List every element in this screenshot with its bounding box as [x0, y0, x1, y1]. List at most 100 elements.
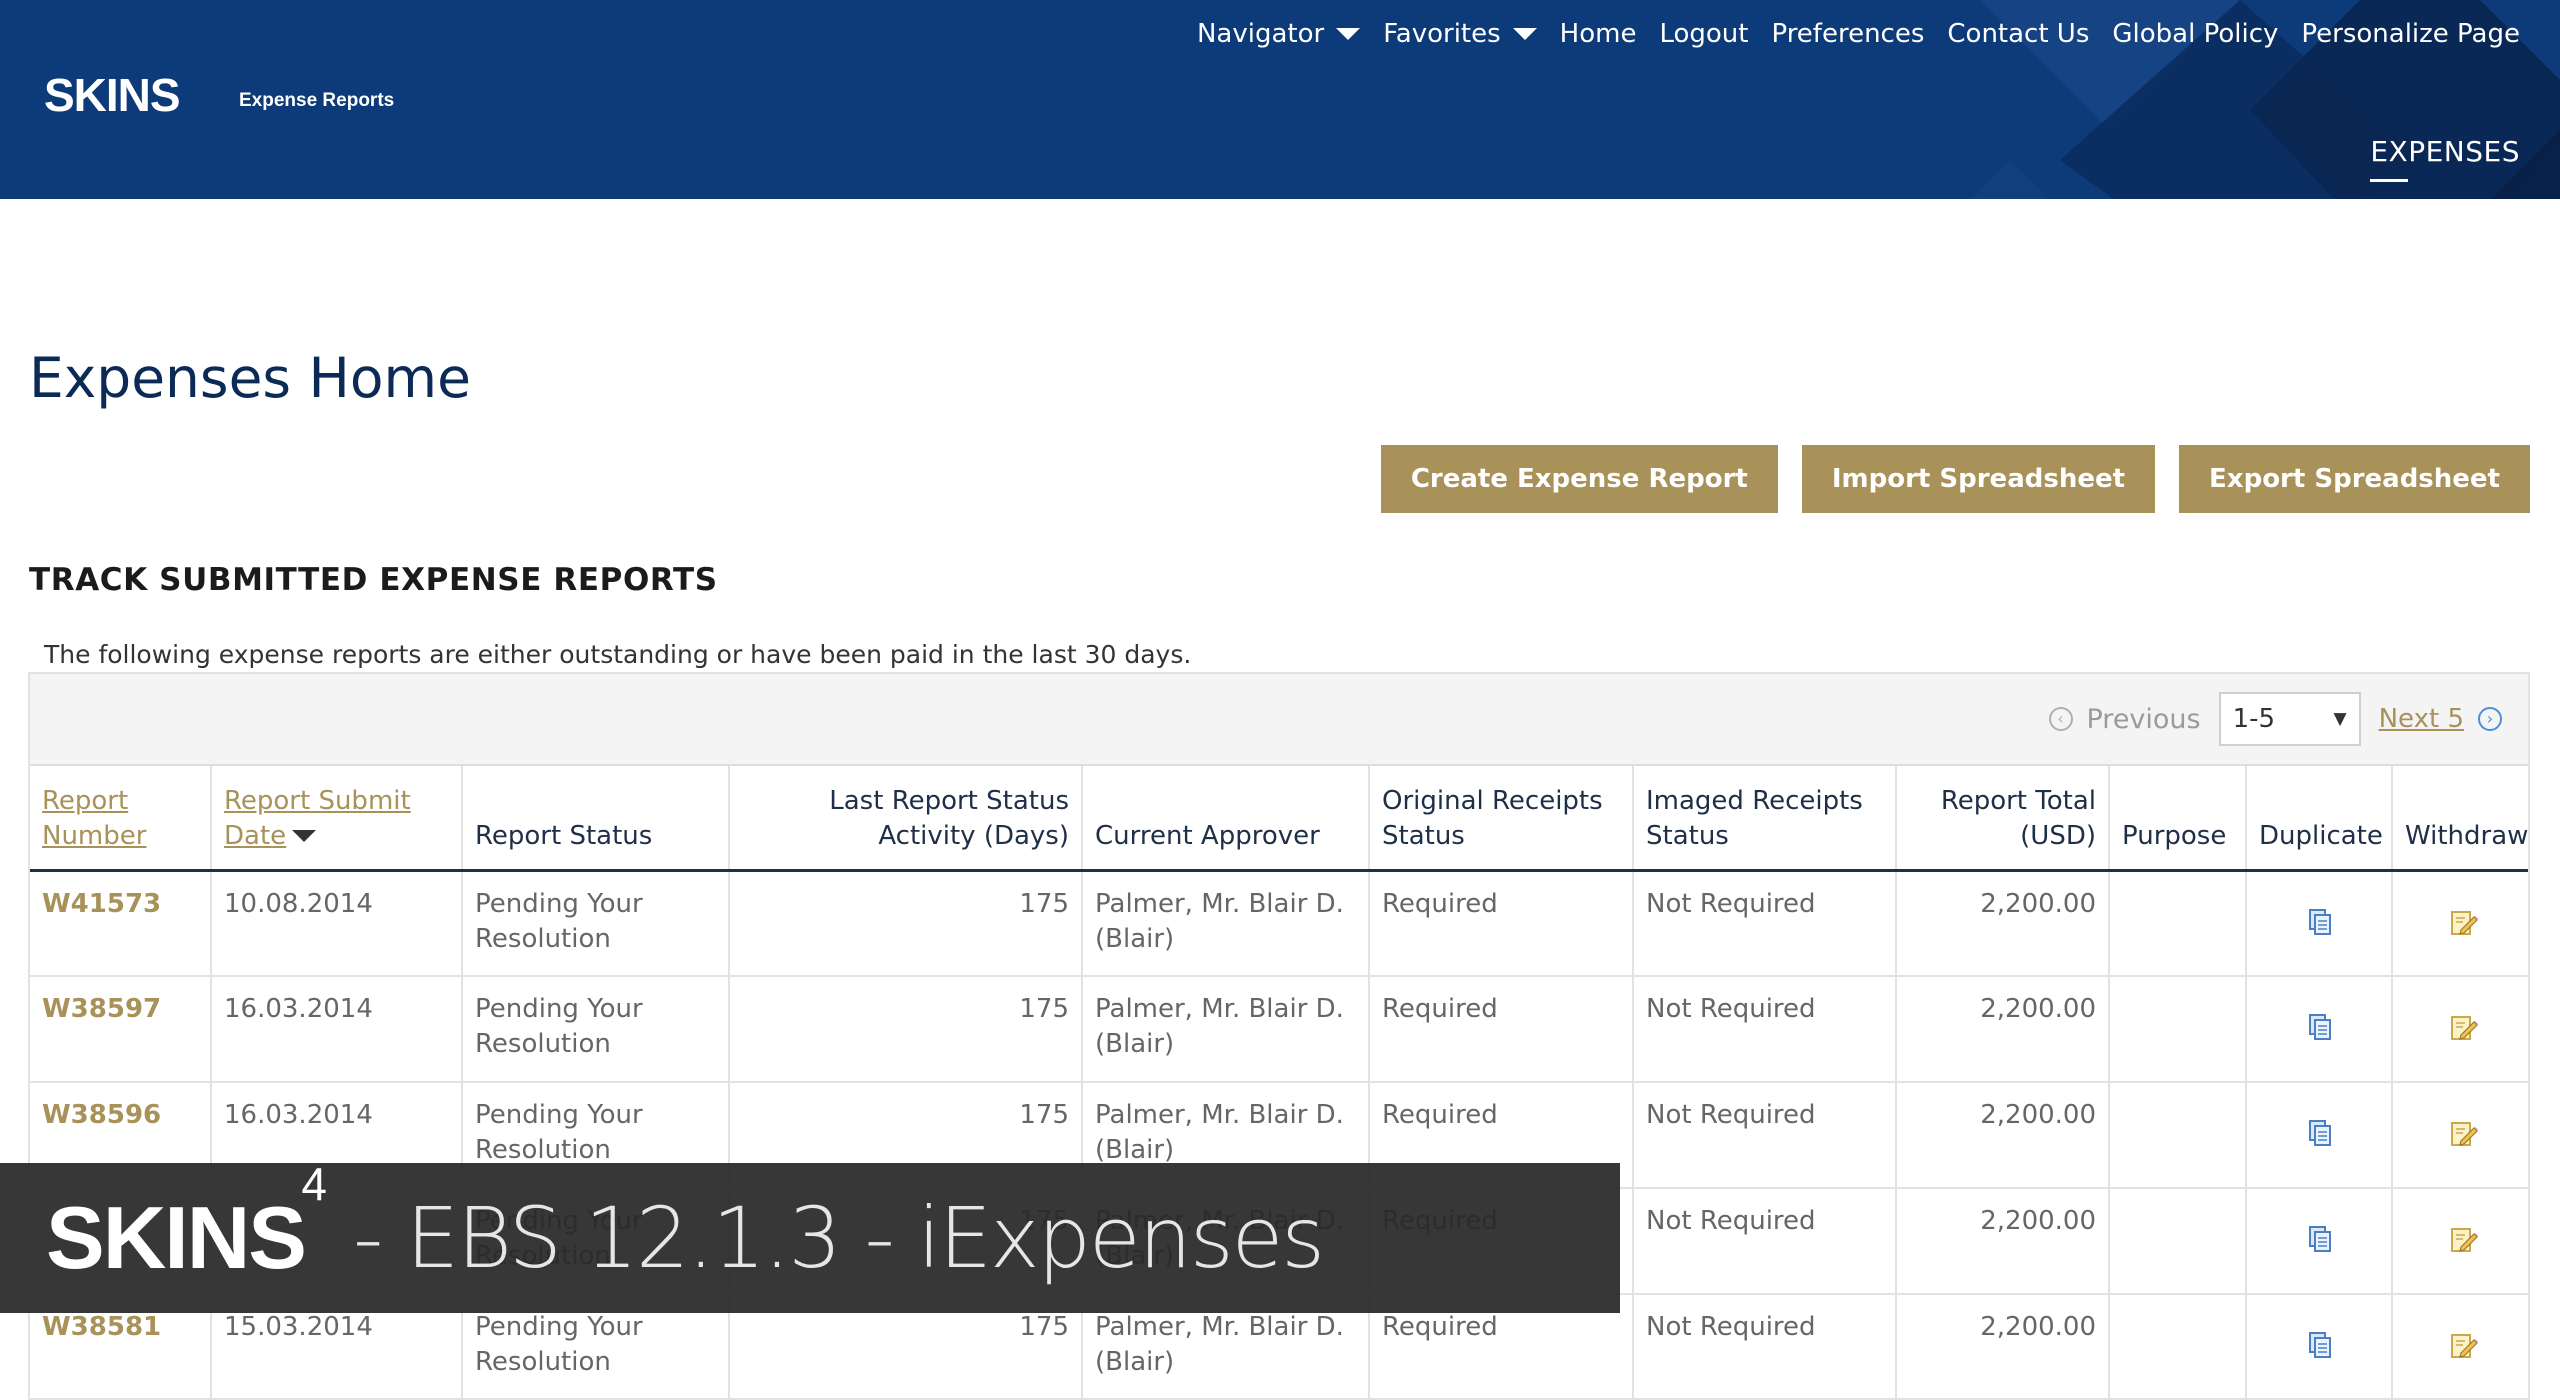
import-spreadsheet-button[interactable]: Import Spreadsheet	[1801, 445, 2156, 513]
table-header-row: Report Number Report Submit Date Report …	[30, 766, 2528, 872]
original-receipts-cell: Required	[1369, 976, 1634, 1083]
global-nav: Navigator Favorites Home Logout Preferen…	[1197, 14, 2520, 54]
approver-cell: Palmer, Mr. Blair D. (Blair)	[1082, 976, 1370, 1083]
sort-submit-date-link[interactable]: Report Submit Date	[224, 786, 411, 851]
nav-global-policy[interactable]: Global Policy	[2112, 19, 2278, 49]
next-link[interactable]: Next 5	[2379, 704, 2464, 734]
original-receipts-cell: Required	[1369, 870, 1634, 977]
table-row: W41573 10.08.2014 Pending Your Resolution 1…	[30, 870, 2528, 977]
purpose-cell	[2109, 1294, 2247, 1398]
duplicate-cell	[2246, 1082, 2393, 1189]
header-submit-date[interactable]: Report Submit Date	[211, 766, 463, 872]
report-total-cell: 2,200.00	[1896, 1188, 2110, 1295]
header-imaged-receipts: Imaged Receipts Status	[1633, 766, 1897, 872]
tab-access-authorizations[interactable]: ACCESS AUTHORIZATIONS	[655, 230, 1022, 261]
duplicate-icon[interactable]	[2303, 1223, 2335, 1255]
banner-logo: SKINS 4	[46, 1158, 327, 1289]
withdraw-icon[interactable]	[2447, 1011, 2479, 1043]
duplicate-cell	[2246, 976, 2393, 1083]
imaged-receipts-cell: Not Required	[1633, 870, 1897, 977]
report-total-cell: 2,200.00	[1896, 976, 2110, 1083]
withdraw-icon[interactable]	[2447, 1329, 2479, 1361]
header-purpose: Purpose	[2109, 766, 2247, 872]
nav-navigator-label: Navigator	[1196, 19, 1325, 49]
nav-contact-us[interactable]: Contact Us	[1947, 19, 2089, 49]
submit-date-cell: 16.03.2014	[211, 976, 463, 1083]
banner-logo-text: SKINS	[46, 1188, 307, 1287]
duplicate-icon[interactable]	[2303, 1117, 2335, 1149]
title-banner: SKINS 4 - EBS 12.1.3 - iExpenses	[0, 1158, 1620, 1313]
duplicate-icon[interactable]	[2303, 906, 2335, 938]
nav-personalize-page[interactable]: Personalize Page	[2301, 19, 2520, 49]
withdraw-cell	[2392, 1082, 2528, 1189]
app-logo[interactable]: SKINS	[44, 68, 181, 122]
submit-date-cell: 10.08.2014	[211, 870, 463, 977]
nav-favorites-label: Favorites	[1383, 19, 1501, 49]
approver-cell: Palmer, Mr. Blair D. (Blair)	[1082, 870, 1370, 977]
previous-arrow-icon: ‹	[2048, 707, 2073, 731]
duplicate-cell	[2246, 1188, 2393, 1295]
export-spreadsheet-button[interactable]: Export Spreadsheet	[2179, 445, 2530, 513]
caret-down-icon	[1512, 28, 1537, 40]
imaged-receipts-cell: Not Required	[1633, 1188, 1897, 1295]
tab-payments-search[interactable]: PAYMENTS SEARCH	[1440, 230, 1707, 261]
pager: ‹ Previous 1-5 ▼ Next 5 ›	[30, 674, 2528, 766]
withdraw-cell	[2392, 1188, 2528, 1295]
withdraw-cell	[2392, 976, 2528, 1083]
report-total-cell: 2,200.00	[1896, 1082, 2110, 1189]
report-status-cell: Pending Your Resolution	[462, 870, 730, 977]
withdraw-cell	[2392, 1294, 2528, 1398]
report-total-cell: 2,200.00	[1896, 870, 2110, 977]
module-tabs: EXPENSES HOME EXPENSE REPORTS ACCESS AUT…	[0, 199, 2560, 291]
purpose-cell	[2109, 1188, 2247, 1295]
header-report-status: Report Status	[462, 766, 730, 872]
withdraw-cell	[2392, 870, 2528, 977]
sort-report-number-link[interactable]: Report Number	[42, 786, 146, 851]
nav-navigator[interactable]: Navigator	[1196, 19, 1361, 49]
nav-favorites[interactable]: Favorites	[1383, 19, 1537, 49]
withdraw-icon[interactable]	[2447, 1223, 2479, 1255]
module-label-text: EXPENSES	[2370, 135, 2520, 168]
last-activity-cell: 175	[729, 976, 1083, 1083]
previous-link: Previous	[2086, 703, 2201, 735]
sort-desc-icon	[292, 830, 317, 842]
purpose-cell	[2109, 870, 2247, 977]
report-status-cell: Pending Your Resolution	[462, 976, 730, 1083]
banner-title: - EBS 12.1.3 - iExpenses	[352, 1189, 1325, 1287]
next-arrow-icon[interactable]: ›	[2478, 707, 2502, 731]
table-row: W38597 16.03.2014 Pending Your Resolution 1…	[30, 976, 2528, 1083]
app-header: SKINS Expense Reports Navigator Favorite…	[0, 0, 2560, 199]
purpose-cell	[2109, 1082, 2247, 1189]
nav-home[interactable]: Home	[1560, 19, 1637, 49]
action-buttons: Create Expense Report Import Spreadsheet…	[1380, 445, 2530, 513]
duplicate-icon[interactable]	[2303, 1329, 2335, 1361]
report-number-cell[interactable]: W38597	[30, 976, 212, 1083]
caret-down-icon	[1336, 28, 1361, 40]
report-total-cell: 2,200.00	[1896, 1294, 2110, 1398]
tab-expense-reports[interactable]: EXPENSE REPORTS	[334, 230, 597, 261]
last-activity-cell: 175	[729, 870, 1083, 977]
tab-projects-and-tasks[interactable]: PROJECTS AND TASKS	[1079, 230, 1383, 261]
duplicate-icon[interactable]	[2303, 1011, 2335, 1043]
imaged-receipts-cell: Not Required	[1633, 1294, 1897, 1398]
module-label[interactable]: EXPENSES	[2370, 135, 2520, 182]
purpose-cell	[2109, 976, 2247, 1083]
header-report-number[interactable]: Report Number	[30, 766, 212, 872]
header-last-activity: Last Report Status Activity (Days)	[729, 766, 1083, 872]
duplicate-cell	[2246, 870, 2393, 977]
page-range-select[interactable]: 1-5 ▼	[2218, 692, 2361, 746]
imaged-receipts-cell: Not Required	[1633, 976, 1897, 1083]
nav-logout[interactable]: Logout	[1659, 19, 1748, 49]
create-expense-report-button[interactable]: Create Expense Report	[1380, 445, 1778, 513]
header-current-approver: Current Approver	[1082, 766, 1370, 872]
withdraw-icon[interactable]	[2447, 1117, 2479, 1149]
withdraw-icon[interactable]	[2447, 906, 2479, 938]
report-number-cell[interactable]: W41573	[30, 870, 212, 977]
duplicate-cell	[2246, 1294, 2393, 1398]
header-report-total: Report Total (USD)	[1896, 766, 2110, 872]
select-arrow-icon: ▼	[2333, 709, 2347, 729]
nav-preferences[interactable]: Preferences	[1771, 19, 1924, 49]
table-body: W41573 10.08.2014 Pending Your Resolution 1…	[30, 870, 2528, 1398]
section-title: TRACK SUBMITTED EXPENSE REPORTS	[29, 562, 718, 598]
tab-expenses-home[interactable]: EXPENSES HOME	[40, 230, 277, 277]
